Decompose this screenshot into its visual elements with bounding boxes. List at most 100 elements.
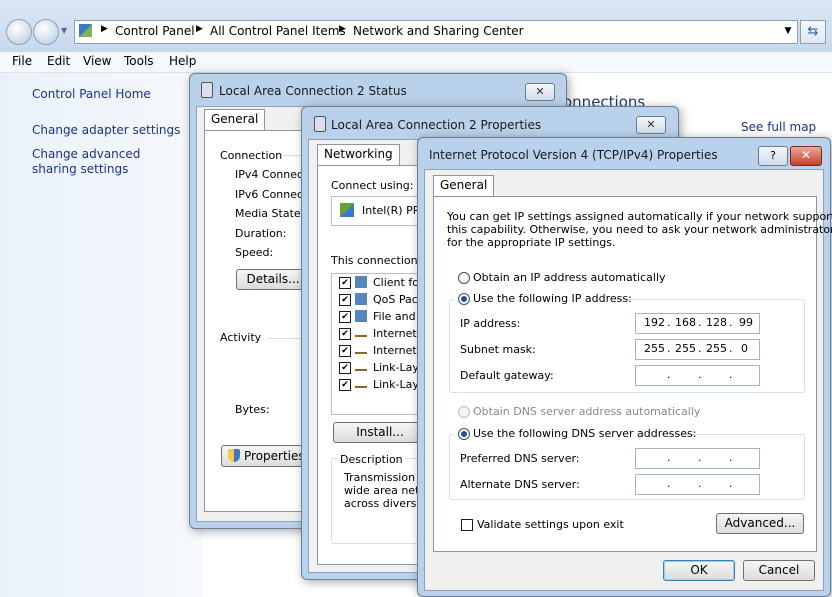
advanced-button[interactable]: Advanced... xyxy=(716,513,804,534)
protocol-icon xyxy=(355,364,367,371)
ip-address-input[interactable]: 192 . 168 . 128 . 99 xyxy=(635,313,760,334)
control-panel-icon xyxy=(79,24,92,37)
duration-label: Duration: xyxy=(235,227,287,240)
breadcrumb-separator-icon[interactable]: ▶ xyxy=(101,24,108,34)
use-following-dns-label[interactable]: Use the following DNS server addresses: xyxy=(473,427,696,440)
change-advanced-sharing-link[interactable]: Change advanced sharing settings xyxy=(32,147,182,177)
speed-label: Speed: xyxy=(235,246,274,259)
use-following-dns-radio[interactable] xyxy=(458,428,470,440)
ok-button[interactable]: OK xyxy=(663,560,735,581)
recent-pages-chevron-icon[interactable]: ▼ xyxy=(61,26,67,35)
intro-text-line: this capability. Otherwise, you need to … xyxy=(447,223,832,236)
use-following-ip-radio[interactable] xyxy=(458,293,470,305)
breadcrumb-all-items[interactable]: All Control Panel Items xyxy=(210,24,346,38)
install-button[interactable]: Install... xyxy=(333,422,427,443)
file-sharing-icon xyxy=(355,310,367,322)
alternate-dns-input[interactable]: ... xyxy=(635,474,760,495)
help-button[interactable]: ? xyxy=(758,146,788,166)
breadcrumb-separator-icon[interactable]: ▶ xyxy=(339,24,346,34)
validate-settings-label[interactable]: Validate settings upon exit xyxy=(477,518,624,531)
protocol-icon xyxy=(355,381,367,388)
menu-view[interactable]: View xyxy=(83,54,111,68)
address-bar[interactable]: ▶ Control Panel ▶ All Control Panel Item… xyxy=(74,20,798,44)
menu-file[interactable]: File xyxy=(12,54,32,68)
network-adapter-icon xyxy=(314,116,326,132)
component-checkbox[interactable]: ✔ xyxy=(339,328,351,340)
validate-settings-checkbox[interactable] xyxy=(461,519,473,531)
component-checkbox[interactable]: ✔ xyxy=(339,345,351,357)
preferred-dns-input[interactable]: ... xyxy=(635,448,760,469)
intro-text-line: You can get IP settings assigned automat… xyxy=(447,210,832,223)
properties-dialog-title: Local Area Connection 2 Properties xyxy=(331,118,542,132)
use-following-ip-label[interactable]: Use the following IP address: xyxy=(473,292,632,305)
tab-general[interactable]: General xyxy=(433,175,495,196)
obtain-dns-auto-label[interactable]: Obtain DNS server address automatically xyxy=(473,405,700,418)
breadcrumb-network-center[interactable]: Network and Sharing Center xyxy=(353,24,524,38)
default-gateway-input[interactable]: ... xyxy=(635,365,760,386)
tab-networking[interactable]: Networking xyxy=(317,144,400,165)
bytes-label: Bytes: xyxy=(235,403,270,416)
tab-general[interactable]: General xyxy=(204,109,266,130)
address-dropdown-icon[interactable]: ▼ xyxy=(779,20,797,42)
ip-octet: 168 xyxy=(675,316,696,329)
ip-octet: 192 xyxy=(644,316,665,329)
obtain-ip-auto-radio[interactable] xyxy=(458,272,470,284)
breadcrumb-separator-icon[interactable]: ▶ xyxy=(196,24,203,34)
menu-edit[interactable]: Edit xyxy=(47,54,70,68)
qos-icon xyxy=(355,293,367,305)
subnet-octet: 255 xyxy=(706,342,727,355)
subnet-octet: 255 xyxy=(644,342,665,355)
properties-button[interactable]: Properties xyxy=(221,445,305,467)
ipv4-connectivity-label: IPv4 Connecti xyxy=(235,168,311,181)
description-label: Description xyxy=(337,453,406,466)
intro-text-line: for the appropriate IP settings. xyxy=(447,236,616,249)
client-icon xyxy=(355,276,367,288)
menu-tools[interactable]: Tools xyxy=(124,54,154,68)
connect-using-label: Connect using: xyxy=(331,179,414,192)
properties-button-label: Properties xyxy=(244,449,305,463)
change-adapter-settings-link[interactable]: Change adapter settings xyxy=(32,123,180,137)
ipv4-properties-dialog: Internet Protocol Version 4 (TCP/IPv4) P… xyxy=(417,137,832,597)
cancel-button[interactable]: Cancel xyxy=(743,560,815,581)
ipv4-dialog-title: Internet Protocol Version 4 (TCP/IPv4) P… xyxy=(429,148,718,162)
details-button[interactable]: Details... xyxy=(236,269,310,290)
control-panel-home-link[interactable]: Control Panel Home xyxy=(32,87,151,101)
component-checkbox[interactable]: ✔ xyxy=(339,277,351,289)
refresh-icon[interactable]: ⇆ xyxy=(800,20,826,44)
protocol-icon xyxy=(355,330,367,337)
close-button[interactable]: ✕ xyxy=(790,146,822,166)
menu-help[interactable]: Help xyxy=(169,54,196,68)
back-button[interactable] xyxy=(6,19,32,45)
ipv4-dialog-body: General You can get IP settings assigned… xyxy=(424,169,832,591)
obtain-ip-auto-label[interactable]: Obtain an IP address automatically xyxy=(473,271,666,284)
ip-address-label: IP address: xyxy=(460,317,521,330)
status-dialog-title: Local Area Connection 2 Status xyxy=(219,84,407,98)
protocol-icon xyxy=(355,347,367,354)
breadcrumb-control-panel[interactable]: Control Panel xyxy=(115,24,195,38)
ipv6-connectivity-label: IPv6 Connecti xyxy=(235,188,311,201)
preferred-dns-label: Preferred DNS server: xyxy=(460,452,580,465)
network-card-icon xyxy=(340,203,354,217)
properties-close-button[interactable]: ✕ xyxy=(636,116,666,134)
status-close-button[interactable]: ✕ xyxy=(525,83,555,101)
ip-octet: 128 xyxy=(706,316,727,329)
see-full-map-link[interactable]: See full map xyxy=(741,120,816,134)
component-checkbox[interactable]: ✔ xyxy=(339,294,351,306)
subnet-octet: 255 xyxy=(675,342,696,355)
media-state-label: Media State: xyxy=(235,207,305,220)
component-checkbox[interactable]: ✔ xyxy=(339,379,351,391)
component-checkbox[interactable]: ✔ xyxy=(339,311,351,323)
network-adapter-icon xyxy=(201,82,213,98)
forward-button[interactable] xyxy=(33,19,59,45)
subnet-mask-label: Subnet mask: xyxy=(460,343,536,356)
component-checkbox[interactable]: ✔ xyxy=(339,362,351,374)
general-tab-panel: You can get IP settings assigned automat… xyxy=(433,196,832,552)
connection-label: Connection xyxy=(220,149,283,162)
ip-octet: 99 xyxy=(739,316,753,329)
obtain-dns-auto-radio[interactable] xyxy=(458,406,470,418)
uac-shield-icon xyxy=(228,449,240,462)
default-gateway-label: Default gateway: xyxy=(460,369,554,382)
subnet-mask-input[interactable]: 255 . 255 . 255 . 0 xyxy=(635,339,760,360)
alternate-dns-label: Alternate DNS server: xyxy=(460,478,580,491)
activity-label: Activity xyxy=(220,331,262,344)
